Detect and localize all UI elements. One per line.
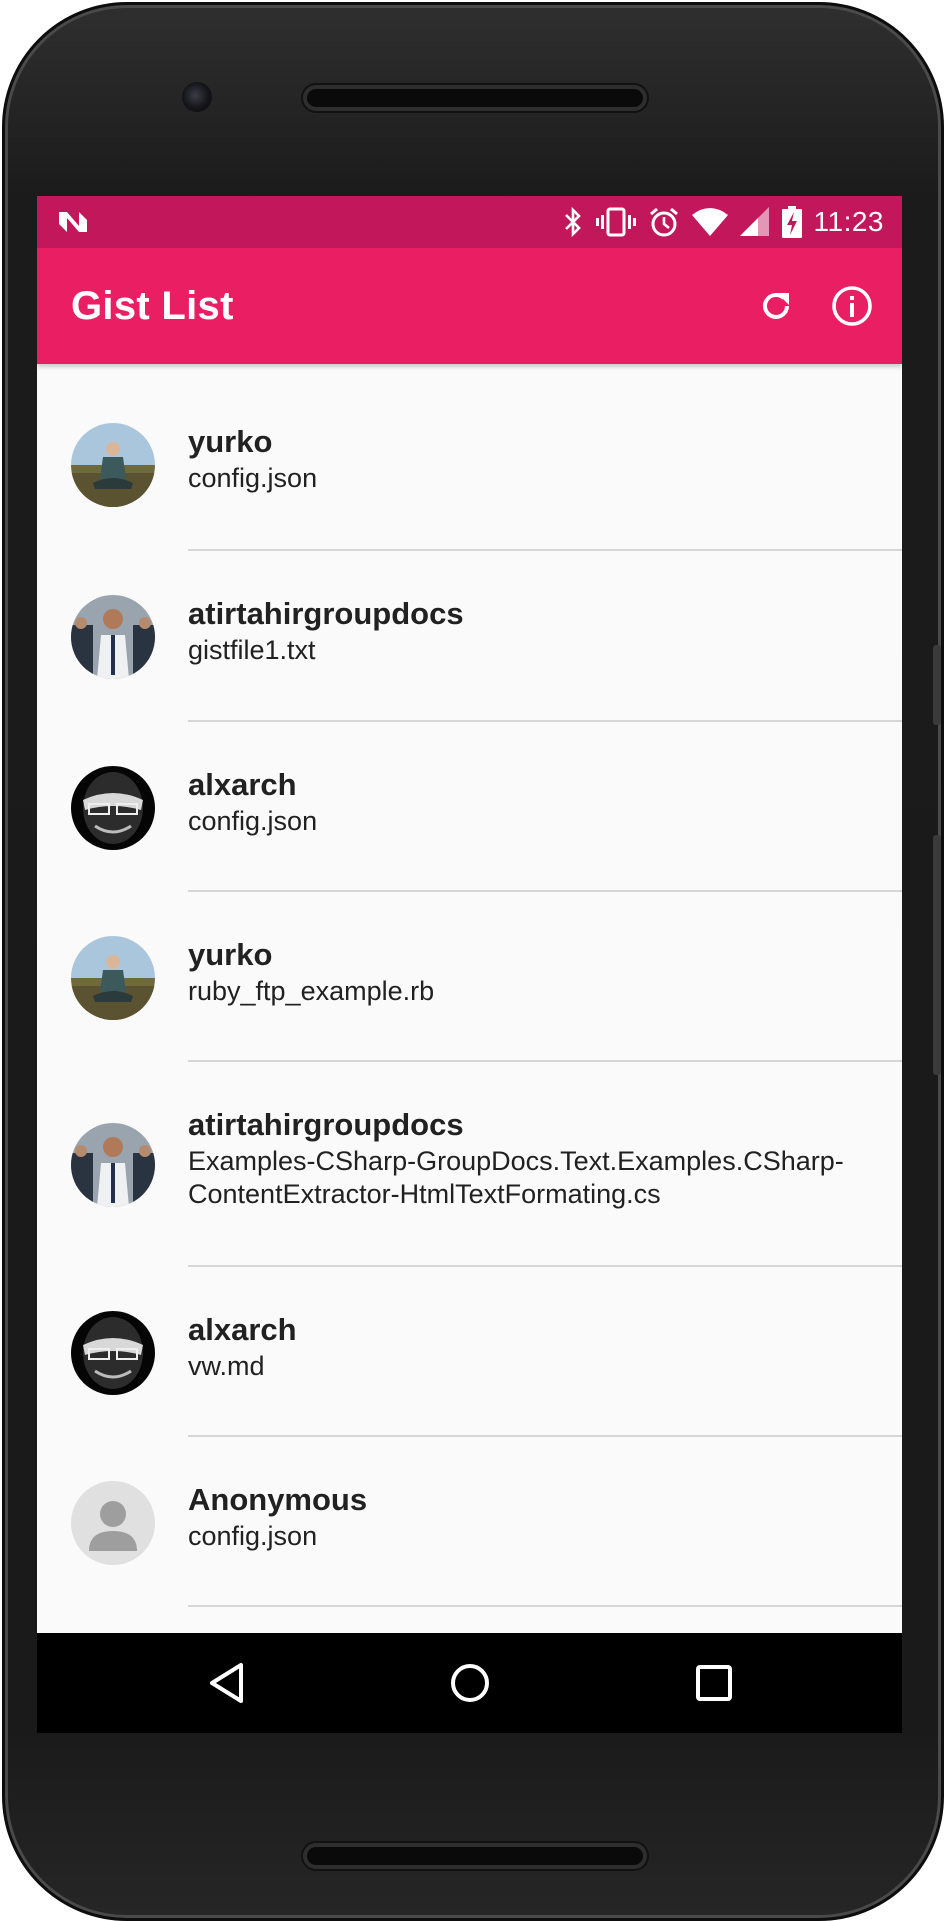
list-item[interactable]: yurko config.json [37, 364, 902, 551]
bottom-speaker [303, 1843, 647, 1869]
avatar [71, 766, 155, 850]
app-title: Gist List [71, 284, 234, 328]
list-item[interactable]: alxarch config.json [37, 722, 902, 892]
bluetooth-icon [564, 206, 581, 238]
gist-filename: config.json [188, 463, 318, 493]
alarm-icon [649, 207, 678, 237]
avatar [71, 595, 155, 679]
avatar [71, 423, 155, 507]
home-button[interactable] [445, 1658, 495, 1708]
gist-filename: vw.md [188, 1351, 265, 1381]
list-item[interactable]: atirtahirgroupdocs Examples-CSharp-Group… [37, 1062, 902, 1267]
back-icon [210, 1663, 243, 1703]
info-button[interactable] [827, 281, 877, 331]
battery-charging-icon [781, 206, 802, 238]
gist-filename: ruby_ftp_example.rb [188, 976, 435, 1006]
list-item[interactable]: atirtahirgroupdocs gistfile1.txt [37, 551, 902, 722]
status-icons: 11:23 [562, 204, 885, 240]
gist-filename: Examples-CSharp-GroupDocs.Text.Examples.… [188, 1146, 844, 1209]
volume-button [933, 645, 941, 725]
list-item[interactable]: Anonymous config.json [37, 1437, 902, 1607]
recents-button[interactable] [689, 1658, 739, 1708]
avatar [71, 1481, 155, 1565]
refresh-button[interactable] [751, 281, 801, 331]
power-button [933, 835, 941, 1075]
top-speaker [303, 85, 647, 111]
avatar [71, 1311, 155, 1395]
gist-filename: config.json [188, 806, 318, 836]
avatar [71, 936, 155, 1020]
home-icon [451, 1664, 489, 1702]
back-button[interactable] [202, 1658, 252, 1708]
divider [188, 1605, 902, 1607]
list-item[interactable]: alxarch vw.md [37, 1267, 902, 1437]
gist-owner: atirtahirgroupdocs [188, 1107, 464, 1142]
notification-n-icon [59, 212, 87, 232]
gist-filename: config.json [188, 1521, 318, 1551]
refresh-icon [763, 292, 789, 319]
status-time: 11:23 [813, 206, 884, 237]
gist-owner: atirtahirgroupdocs [188, 596, 464, 631]
cell-signal-icon [739, 207, 769, 236]
recents-icon [696, 1665, 732, 1701]
info-icon [832, 286, 872, 326]
gist-filename: gistfile1.txt [188, 635, 316, 665]
app-bar: Gist List [37, 248, 902, 364]
vibrate-icon [595, 207, 636, 237]
navigation-bar [37, 1633, 902, 1733]
gist-owner: alxarch [188, 767, 297, 802]
gist-owner: yurko [188, 424, 273, 459]
gist-owner: yurko [188, 937, 273, 972]
gist-owner: Anonymous [188, 1482, 368, 1517]
screen: 11:23 Gist List yurko config.json atirta… [37, 196, 902, 1733]
default-person-icon [71, 1481, 155, 1565]
list-item[interactable]: yurko ruby_ftp_example.rb [37, 892, 902, 1062]
avatar [71, 1123, 155, 1207]
wifi-icon [691, 208, 728, 236]
gist-list: yurko config.json atirtahirgroupdocs gis… [37, 364, 902, 1607]
front-camera [182, 82, 212, 112]
gist-owner: alxarch [188, 1312, 297, 1347]
status-bar: 11:23 [37, 196, 902, 248]
